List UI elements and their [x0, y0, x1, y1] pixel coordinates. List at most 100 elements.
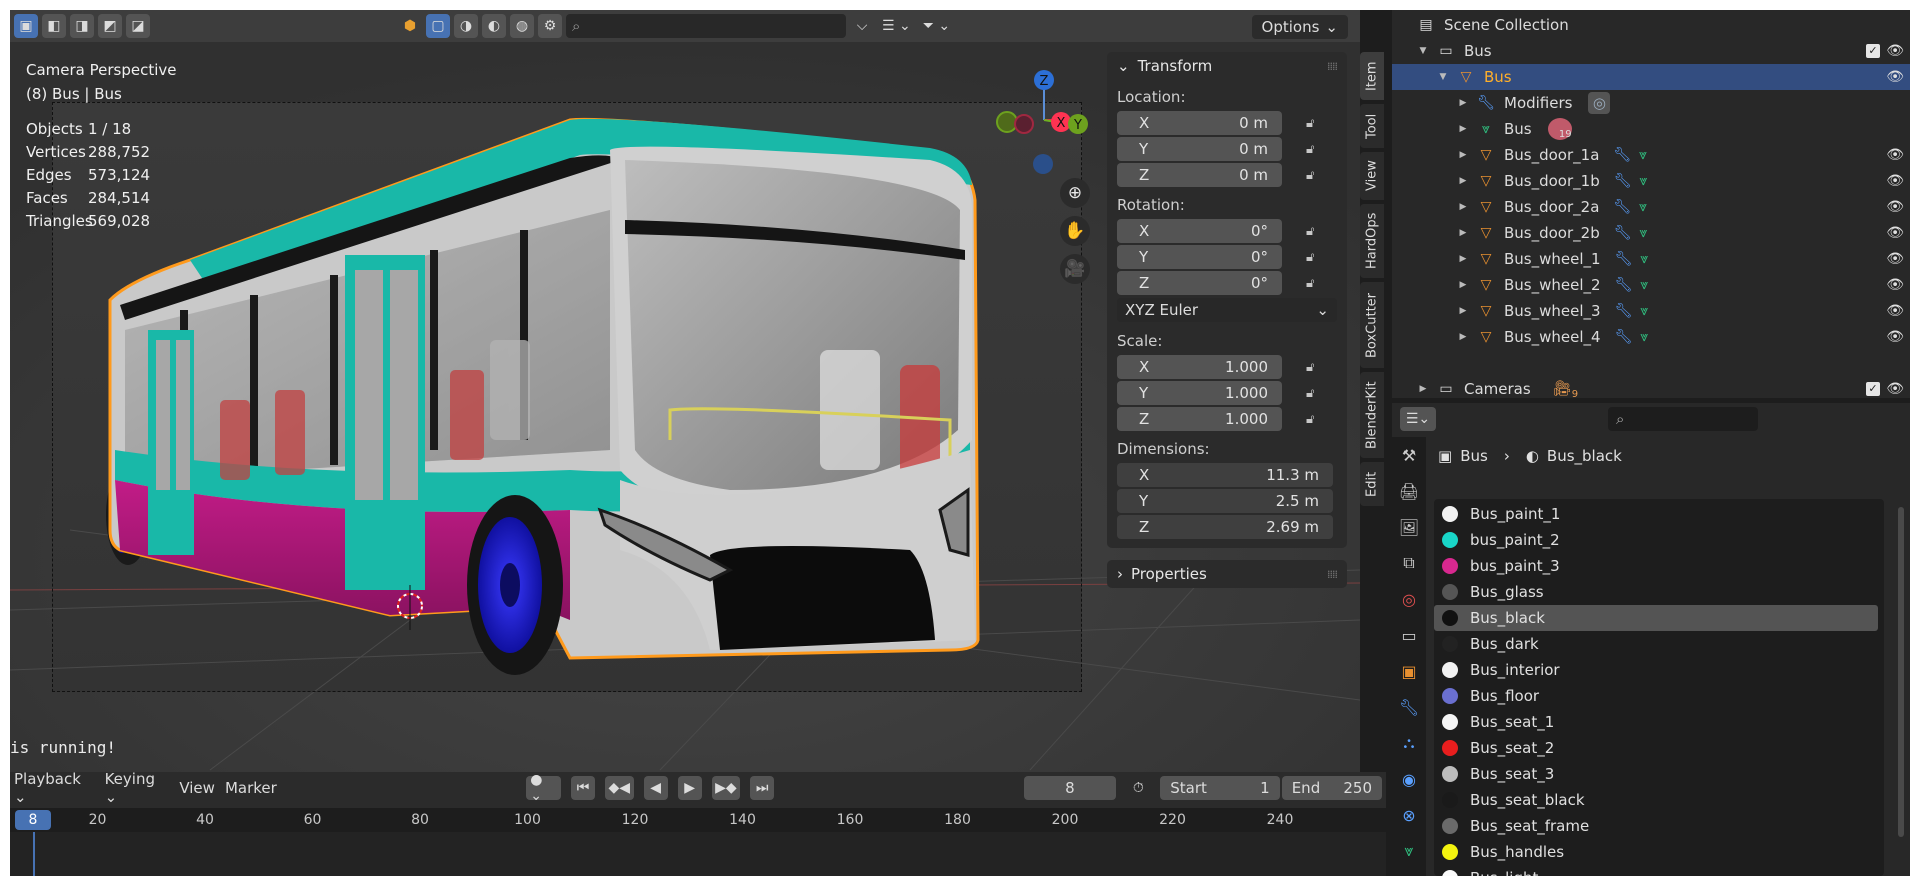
expand-triangle-icon[interactable]: ▶ — [1456, 306, 1470, 316]
outliner-row-child-object[interactable]: ▶ ▽ Bus_door_1b 🔧︎ ⩔ 👁︎ — [1392, 168, 1910, 194]
expand-triangle-icon[interactable]: ▶ — [1456, 176, 1470, 186]
keying-menu[interactable]: Keying ⌄ — [105, 770, 170, 806]
marker-menu[interactable]: Marker — [225, 779, 277, 797]
dimension-y-field[interactable]: Y 2.5 m — [1117, 489, 1333, 513]
render-tab-icon[interactable]: 🖨︎ — [1392, 473, 1426, 509]
properties-panel-header[interactable]: › Properties ⁞⁞⁞⁞ — [1107, 560, 1347, 588]
lock-icon[interactable]: 🔓︎ — [1306, 412, 1314, 427]
collection-checkbox[interactable]: ✓ — [1866, 44, 1880, 58]
location-x-field[interactable]: X0 m — [1117, 111, 1282, 135]
shading-wireframe-button[interactable]: ▢ — [426, 14, 450, 38]
lock-icon[interactable]: 🔓︎ — [1306, 142, 1314, 157]
eye-icon[interactable]: 👁︎ — [1886, 303, 1904, 319]
playhead[interactable] — [33, 832, 35, 876]
lock-icon[interactable]: 🔓︎ — [1306, 116, 1314, 131]
material-slot-item[interactable]: Bus_seat_2 — [1434, 735, 1878, 761]
display-mode-button[interactable]: ☰ ⌄ — [878, 14, 915, 38]
jump-prev-keyframe-icon[interactable]: ◆◀ — [605, 776, 634, 800]
rotation-y-field[interactable]: Y 0° — [1117, 245, 1282, 269]
expand-triangle-icon[interactable]: ▼ — [1436, 72, 1450, 82]
expand-triangle-icon[interactable]: ▶ — [1456, 332, 1470, 342]
shading-material-button[interactable]: ◐ — [482, 14, 506, 38]
material-slot-item[interactable]: bus_paint_3 — [1434, 553, 1878, 579]
stopwatch-icon[interactable]: ⏱ — [1126, 776, 1150, 800]
viewport-overlays-icon[interactable]: ⬢ — [398, 14, 422, 38]
lock-icon[interactable]: 🔓︎ — [1306, 360, 1314, 375]
tab-view[interactable]: View — [1360, 152, 1384, 200]
viewport-search-input[interactable]: ⌕ — [566, 14, 846, 38]
zoom-icon[interactable]: ⊕ — [1060, 178, 1090, 208]
expand-triangle-icon[interactable]: ▶ — [1456, 202, 1470, 212]
eye-icon[interactable]: 👁︎ — [1886, 43, 1904, 59]
end-frame-field[interactable]: End 250 — [1281, 776, 1382, 800]
physics-tab-icon[interactable]: ◉ — [1392, 761, 1426, 797]
shading-solid-button[interactable]: ◑ — [454, 14, 478, 38]
material-slot-item[interactable]: Bus_black — [1434, 605, 1878, 631]
select-box-mode-button[interactable]: ▣ — [14, 14, 38, 38]
expand-triangle-icon[interactable]: ▶ — [1456, 228, 1470, 238]
select-invert-button[interactable]: ◩ — [98, 14, 122, 38]
eye-icon[interactable]: 👁︎ — [1886, 173, 1904, 189]
material-slot-list[interactable]: Bus_paint_1 bus_paint_2 bus_paint_3 Bus_gla… — [1434, 499, 1884, 876]
lock-icon[interactable]: 🔓︎ — [1306, 276, 1314, 291]
material-slot-item[interactable]: Bus_seat_frame — [1434, 813, 1878, 839]
outliner-row-modifiers[interactable]: ▶ 🔧︎ Modifiers ◎ — [1392, 90, 1910, 116]
expand-triangle-icon[interactable]: ▼ — [1416, 46, 1430, 56]
properties-search-input[interactable]: ⌕ — [1608, 407, 1758, 431]
rotation-z-field[interactable]: Z 0° — [1117, 271, 1282, 295]
rotation-mode-dropdown[interactable]: XYZ Euler ⌄ — [1117, 298, 1337, 322]
navigation-gizmo[interactable]: Z X Y — [982, 66, 1092, 176]
tab-edit[interactable]: Edit — [1360, 462, 1384, 506]
expand-triangle-icon[interactable]: ▶ — [1456, 150, 1470, 160]
tab-boxcutter[interactable]: BoxCutter — [1360, 282, 1384, 368]
select-intersect-button[interactable]: ◪ — [126, 14, 150, 38]
lock-icon[interactable]: 🔓︎ — [1306, 386, 1314, 401]
scale-z-field[interactable]: Z 1.000 — [1117, 407, 1282, 431]
outliner-row-child-object[interactable]: ▶ ▽ Bus_door_1a 🔧︎ ⩔ 👁︎ — [1392, 142, 1910, 168]
filter-funnel-icon[interactable]: ⏷ ⌄ — [919, 14, 954, 38]
jump-start-icon[interactable]: ⏮ — [571, 776, 595, 800]
eye-icon[interactable]: 👁︎ — [1886, 147, 1904, 163]
tool-tab-icon[interactable]: ⚒ — [1392, 437, 1426, 473]
drag-grip-icon[interactable]: ⁞⁞⁞⁞ — [1327, 568, 1338, 581]
outliner-row-collection-bus[interactable]: ▼ ▭ Bus ✓ 👁︎ — [1392, 38, 1910, 64]
constraints-tab-icon[interactable]: ⊗ — [1392, 797, 1426, 833]
rotation-x-field[interactable]: X 0° — [1117, 219, 1282, 243]
material-slot-item[interactable]: bus_paint_2 — [1434, 527, 1878, 553]
particles-tab-icon[interactable]: ⛬ — [1392, 725, 1426, 761]
eye-icon[interactable]: 👁︎ — [1886, 69, 1904, 85]
location-y-field[interactable]: Y0 m — [1117, 137, 1282, 161]
outliner-row-child-object[interactable]: ▶ ▽ Bus_wheel_2 🔧︎ ⩔ 👁︎ — [1392, 272, 1910, 298]
current-frame-field[interactable]: 8 — [1023, 776, 1117, 800]
options-dropdown[interactable]: Options ⌄ — [1251, 15, 1348, 39]
material-slot-item[interactable]: Bus_paint_1 — [1434, 501, 1878, 527]
location-z-field[interactable]: Z0 m — [1117, 163, 1282, 187]
world-tab-icon[interactable]: ▭ — [1392, 617, 1426, 653]
eye-icon[interactable]: 👁︎ — [1886, 225, 1904, 241]
material-slot-item[interactable]: Bus_light — [1434, 865, 1878, 876]
outliner-row-object-bus[interactable]: ▼ ▽ Bus 👁︎ — [1392, 64, 1910, 90]
material-slot-item[interactable]: Bus_seat_black — [1434, 787, 1878, 813]
jump-end-icon[interactable]: ⏭ — [750, 776, 775, 800]
pan-hand-icon[interactable]: ✋ — [1060, 216, 1090, 246]
camera-view-icon[interactable]: 🎥 — [1060, 254, 1090, 284]
play-icon[interactable]: ▶ — [677, 776, 702, 800]
data-tab-icon[interactable]: ⩔ — [1392, 833, 1426, 869]
jump-next-keyframe-icon[interactable]: ▶◆ — [711, 776, 741, 800]
lock-icon[interactable]: 🔓︎ — [1306, 250, 1314, 265]
outliner-row-cameras[interactable]: ▶ ▭ Cameras 🎥︎9 ✓ 👁︎ — [1392, 376, 1910, 402]
select-subtract-button[interactable]: ◨ — [70, 14, 94, 38]
material-list-scrollbar[interactable] — [1898, 507, 1904, 837]
record-keyframe-button[interactable]: ● ⌄ — [526, 772, 561, 804]
view-menu[interactable]: View — [179, 779, 215, 797]
material-slot-item[interactable]: Bus_seat_3 — [1434, 761, 1878, 787]
tab-hardops[interactable]: HardOps — [1360, 204, 1384, 278]
eye-icon[interactable]: 👁︎ — [1886, 251, 1904, 267]
current-frame-badge[interactable]: 8 — [15, 810, 51, 830]
expand-triangle-icon[interactable]: ▶ — [1456, 254, 1470, 264]
scale-x-field[interactable]: X 1.000 — [1117, 355, 1282, 379]
editor-type-button[interactable]: ☰⌄ — [1400, 407, 1436, 431]
lock-icon[interactable]: 🔓︎ — [1306, 224, 1314, 239]
material-slot-item[interactable]: Bus_floor — [1434, 683, 1878, 709]
tab-blenderkit[interactable]: BlenderKit — [1360, 372, 1384, 458]
